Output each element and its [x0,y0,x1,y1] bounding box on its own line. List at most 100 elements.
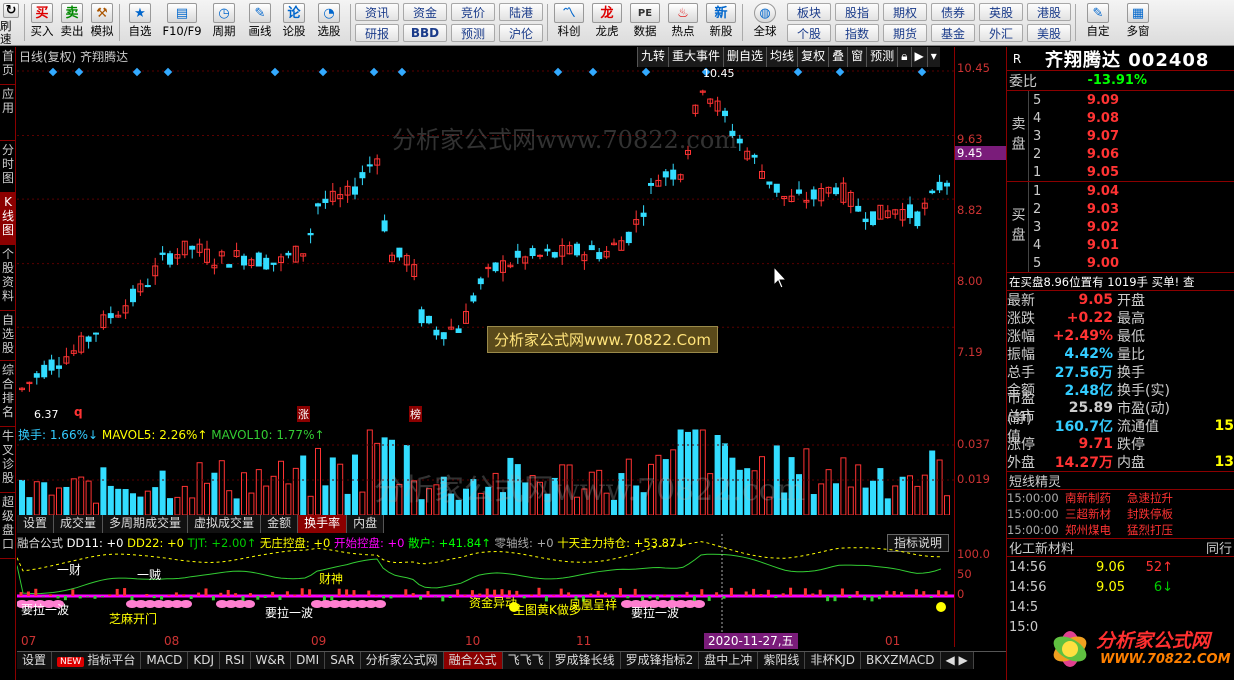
nav-kline[interactable]: K线图 [0,193,16,245]
toolbar-global-button[interactable]: ◍ 全球 [745,0,785,45]
research-button[interactable]: 研报 [355,24,399,42]
indicator-tab[interactable]: W&R [250,652,292,669]
stock-button[interactable]: 个股 [787,24,831,42]
lock-icon[interactable]: 🔒︎ [897,47,911,67]
arrow-right-icon[interactable]: ▶ [910,47,927,67]
tab-overlay[interactable]: 叠 [828,47,848,67]
vol-tab-amount[interactable]: 金额 [261,515,299,533]
news-item[interactable]: 15:00:00 南新制药 急速拉升 [1007,490,1234,506]
indicator-tab[interactable]: 罗成锋指标2 [620,652,700,669]
indicator-tab[interactable]: KDJ [188,652,220,669]
us-stocks-button[interactable]: 美股 [1027,24,1071,42]
toolbar-screener-button[interactable]: ◔ 选股 [310,0,348,45]
nav-timeshare[interactable]: 分时图 [0,141,16,193]
buy-level[interactable]: 4 9.01 [1029,236,1234,254]
sell-level[interactable]: 3 9.07 [1029,127,1234,145]
nav-home[interactable]: 首页 [0,47,16,85]
sector-name[interactable]: 化工新材料 [1009,538,1074,557]
futures-button[interactable]: 期货 [883,24,927,42]
funds-button[interactable]: 基金 [931,24,975,42]
sh-london-button[interactable]: 沪伦 [499,24,543,42]
hk-stocks-button[interactable]: 港股 [1027,3,1071,21]
tab-ma[interactable]: 均线 [766,47,798,67]
toolbar-discuss-button[interactable]: 论论股 [278,0,310,45]
index-futures-button[interactable]: 股指 [835,3,879,21]
sell-level[interactable]: 1 9.05 [1029,163,1234,181]
toolbar-custom-button[interactable]: ✎ 自定 [1078,0,1118,45]
buy-level[interactable]: 3 9.02 [1029,218,1234,236]
sell-level[interactable]: 5 9.09 [1029,91,1234,109]
news-item[interactable]: 15:00:00 三超新材 封跌停板 [1007,506,1234,522]
tab-forecast[interactable]: 预测 [866,47,898,67]
forex-button[interactable]: 外汇 [979,24,1023,42]
indicator-tab[interactable]: MACD [141,652,189,669]
toolbar-watchlist-button[interactable]: ★ 自选 [122,0,158,45]
hk-connect-button[interactable]: 陆港 [499,3,543,21]
toolbar-star-market-button[interactable]: 〽科创 [550,0,588,45]
news-button[interactable]: 资讯 [355,3,399,21]
buy-level[interactable]: 2 9.03 [1029,200,1234,218]
sector-button[interactable]: 板块 [787,3,831,21]
indicator-tab[interactable]: BKXZMACD [860,652,941,669]
bbd-button[interactable]: BBD [403,24,447,42]
sell-level[interactable]: 2 9.06 [1029,145,1234,163]
dropdown-icon[interactable]: ▾ [926,47,940,67]
vol-tab-turnover[interactable]: 换手率 [298,515,348,533]
toolbar-period-button[interactable]: ◷ 周期 [206,0,242,45]
peer-tab[interactable]: 同行 [1206,538,1232,557]
indicator-tab[interactable]: NEW 指标平台 [52,652,142,669]
buy-level[interactable]: 1 9.04 [1029,182,1234,200]
vol-tab-inner[interactable]: 内盘 [347,515,385,533]
tab-adjust[interactable]: 复权 [797,47,829,67]
uk-stocks-button[interactable]: 英股 [979,3,1023,21]
toolbar-buy-button[interactable]: 买买入 [27,0,57,45]
toolbar-dragon-button[interactable]: 龙龙虎 [588,0,626,45]
news-item[interactable]: 15:00:00 郑州煤电 猛烈打压 [1007,522,1234,538]
nav-apps[interactable]: 应用 [0,85,16,141]
tab-window[interactable]: 窗 [847,47,867,67]
tab-scroll-arrows[interactable]: ◀ ▶ [940,652,974,669]
indicator-tab[interactable]: 盘中上冲 [699,652,759,669]
indicator-tab[interactable]: SAR [325,652,361,669]
indicator-tab[interactable]: 融合公式 [443,652,503,669]
toolbar-multiwindow-button[interactable]: ▦ 多窗 [1118,0,1158,45]
toolbar-refresh-button[interactable]: ↻ 刷速 [0,0,22,46]
indicator-tab[interactable]: RSI [220,652,251,669]
indicator-tab[interactable]: 设置 [17,652,53,669]
options-button[interactable]: 期权 [883,3,927,21]
nav-ranking[interactable]: 综合排名 [0,361,16,427]
bonds-button[interactable]: 债券 [931,3,975,21]
nav-profile[interactable]: 个股资料 [0,245,16,311]
toolbar-data-button[interactable]: PE 数据 [626,0,664,45]
big-order-notice[interactable]: 在买盘8.96位置有 1019手 买单! 查 [1007,273,1234,291]
tab-remove-watch[interactable]: 删自选 [723,47,767,67]
nav-watchlist[interactable]: 自选股 [0,311,16,361]
forecast-button[interactable]: 预测 [451,24,495,42]
sell-level[interactable]: 4 9.08 [1029,109,1234,127]
indicator-tab[interactable]: 罗成锋长线 [549,652,621,669]
index-button[interactable]: 指数 [835,24,879,42]
vol-tab-volume[interactable]: 成交量 [54,515,104,533]
toolbar-ipo-button[interactable]: 新新股 [702,0,740,45]
tab-nine-turn[interactable]: 九转 [637,47,669,67]
vol-tab-multi[interactable]: 多周期成交量 [103,515,189,533]
indicator-tab[interactable]: 分析家公式网 [360,652,444,669]
toolbar-draw-button[interactable]: ✎ 画线 [242,0,278,45]
indicator-tab[interactable]: DMI [291,652,326,669]
toolbar-f10-button[interactable]: ▤ F10/F9 [158,0,206,45]
auction-button[interactable]: 竞价 [451,3,495,21]
toolbar-sell-button[interactable]: 卖卖出 [57,0,87,45]
toolbar-hot-button[interactable]: ♨ 热点 [664,0,702,45]
indicator-tab[interactable]: 紫阳线 [758,652,806,669]
toolbar-simulate-button[interactable]: ⚒ 模拟 [87,0,117,45]
tab-major-events[interactable]: 重大事件 [668,47,724,67]
vol-tab-settings[interactable]: 设置 [17,515,55,533]
buy-level[interactable]: 5 9.00 [1029,254,1234,272]
indicator-tab[interactable]: 非杯KJD [805,652,861,669]
indicator-chart[interactable]: 要拉一波芝麻开门 要拉一波资金异动主图黄K做多凤凰呈祥要拉一波一财 一贼 财神 [17,534,954,632]
indicator-tab[interactable]: 飞飞飞 [502,652,550,669]
fund-button[interactable]: 资金 [403,3,447,21]
vol-tab-virtual[interactable]: 虚拟成交量 [188,515,262,533]
nav-superbook[interactable]: 超级盘口 [0,493,16,559]
nav-diagnose[interactable]: 牛叉诊股 [0,427,16,493]
